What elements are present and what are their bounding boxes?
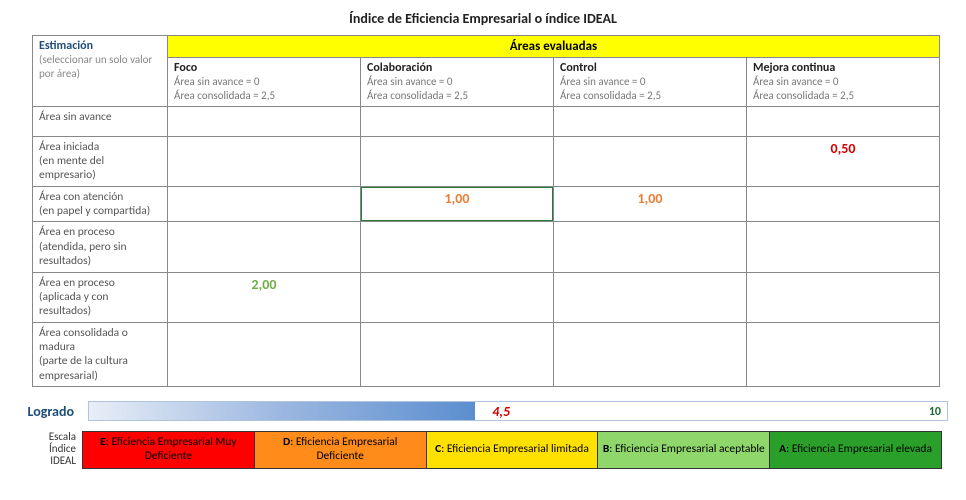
column-sub-line1: Área sin avance = 0 bbox=[174, 75, 354, 89]
column-sub-line2: Área consolidada = 2,5 bbox=[367, 89, 547, 103]
table-row: Área consolidada o madura(parte de la cu… bbox=[33, 322, 940, 387]
value-cell[interactable] bbox=[747, 106, 940, 136]
column-header-0: FocoÁrea sin avance = 0Área consolidada … bbox=[168, 58, 361, 107]
value-cell[interactable] bbox=[747, 186, 940, 222]
row-label: Área con atención(en papel y compartida) bbox=[33, 186, 168, 222]
column-sub-line1: Área sin avance = 0 bbox=[753, 75, 933, 89]
column-sub-line1: Área sin avance = 0 bbox=[560, 75, 740, 89]
value-cell[interactable] bbox=[747, 272, 940, 322]
scale-axis-label: Escala Índice IDEAL bbox=[12, 431, 82, 469]
value-cell[interactable] bbox=[168, 106, 361, 136]
estimation-label: Estimación bbox=[39, 39, 93, 53]
column-header-1: ColaboraciónÁrea sin avance = 0Área cons… bbox=[361, 58, 554, 107]
column-sub-line2: Área consolidada = 2,5 bbox=[174, 89, 354, 103]
table-row: Área sin avance bbox=[33, 106, 940, 136]
value-cell[interactable] bbox=[554, 136, 747, 186]
value-cell[interactable]: 1,00 bbox=[554, 186, 747, 222]
value-cell[interactable] bbox=[361, 222, 554, 272]
column-header-label: Foco bbox=[174, 61, 354, 75]
scale-label-line2: Índice bbox=[49, 442, 76, 455]
scale-label-line1: Escala bbox=[49, 430, 76, 443]
value-cell[interactable] bbox=[168, 186, 361, 222]
column-sub-line2: Área consolidada = 2,5 bbox=[560, 89, 740, 103]
row-label: Área sin avance bbox=[33, 106, 168, 136]
scale-bands: E: Eficiencia Empresarial Muy Deficiente… bbox=[82, 431, 942, 469]
table-row: Área iniciada(en mente del empresario) 0,… bbox=[33, 136, 940, 186]
scale-band-c: C: Eficiencia Empresarial limitada bbox=[427, 431, 599, 469]
row-label: Área consolidada o madura(parte de la cu… bbox=[33, 322, 168, 387]
row-label: Área en proceso(atendida, pero sin resul… bbox=[33, 222, 168, 272]
column-header-label: Mejora continua bbox=[753, 61, 933, 75]
column-sub-line1: Área sin avance = 0 bbox=[367, 75, 547, 89]
logrado-max: 10 bbox=[929, 402, 941, 422]
column-headers-row: FocoÁrea sin avance = 0Área consolidada … bbox=[33, 58, 940, 107]
value-cell[interactable] bbox=[747, 222, 940, 272]
estimation-sub: (seleccionar un solo valor por área) bbox=[39, 53, 152, 80]
page-title: Índice de Eficiencia Empresarial o índic… bbox=[12, 10, 954, 27]
value-cell[interactable] bbox=[361, 136, 554, 186]
logrado-value: 4,5 bbox=[492, 402, 510, 422]
table-row: Área en proceso(atendida, pero sin resul… bbox=[33, 222, 940, 272]
value-cell[interactable] bbox=[554, 272, 747, 322]
value-cell[interactable] bbox=[554, 322, 747, 387]
logrado-bar-fill bbox=[89, 402, 475, 420]
value-cell[interactable]: 0,50 bbox=[747, 136, 940, 186]
value-cell[interactable] bbox=[168, 222, 361, 272]
scale-row: Escala Índice IDEAL E: Eficiencia Empres… bbox=[12, 431, 954, 469]
logrado-bar-outer: 4,5 10 bbox=[88, 401, 948, 421]
column-sub-line2: Área consolidada = 2,5 bbox=[753, 89, 933, 103]
value-cell[interactable] bbox=[168, 136, 361, 186]
column-header-3: Mejora continuaÁrea sin avance = 0Área c… bbox=[747, 58, 940, 107]
table-row: Área con atención(en papel y compartida)… bbox=[33, 186, 940, 222]
scale-band-a: A: Eficiencia Empresarial elevada bbox=[770, 431, 942, 469]
scale-band-b: B: Eficiencia Empresarial aceptable bbox=[598, 431, 770, 469]
column-header-label: Colaboración bbox=[367, 61, 547, 75]
logrado-label: Logrado bbox=[12, 403, 74, 420]
value-cell[interactable]: 1,00 bbox=[361, 186, 554, 222]
value-cell[interactable] bbox=[747, 322, 940, 387]
value-cell[interactable] bbox=[361, 272, 554, 322]
column-header-label: Control bbox=[560, 61, 740, 75]
row-label: Área en proceso(aplicada y con resultado… bbox=[33, 272, 168, 322]
value-cell[interactable] bbox=[554, 106, 747, 136]
value-cell[interactable] bbox=[361, 106, 554, 136]
scale-band-e: E: Eficiencia Empresarial Muy Deficiente bbox=[82, 431, 255, 469]
logrado-bar-row: Logrado 4,5 10 bbox=[12, 401, 954, 421]
row-label: Área iniciada(en mente del empresario) bbox=[33, 136, 168, 186]
scale-label-line3: IDEAL bbox=[50, 454, 76, 467]
value-cell[interactable] bbox=[361, 322, 554, 387]
scale-band-d: D: Eficiencia Empresarial Deficiente bbox=[255, 431, 427, 469]
table-row: Área en proceso(aplicada y con resultado… bbox=[33, 272, 940, 322]
value-cell[interactable] bbox=[554, 222, 747, 272]
value-cell[interactable]: 2,00 bbox=[168, 272, 361, 322]
areas-header: Áreas evaluadas bbox=[168, 36, 940, 58]
column-header-2: ControlÁrea sin avance = 0Área consolida… bbox=[554, 58, 747, 107]
estimation-header: Estimación (seleccionar un solo valor po… bbox=[33, 36, 168, 107]
evaluation-table: Estimación (seleccionar un solo valor po… bbox=[32, 35, 940, 387]
value-cell[interactable] bbox=[168, 322, 361, 387]
